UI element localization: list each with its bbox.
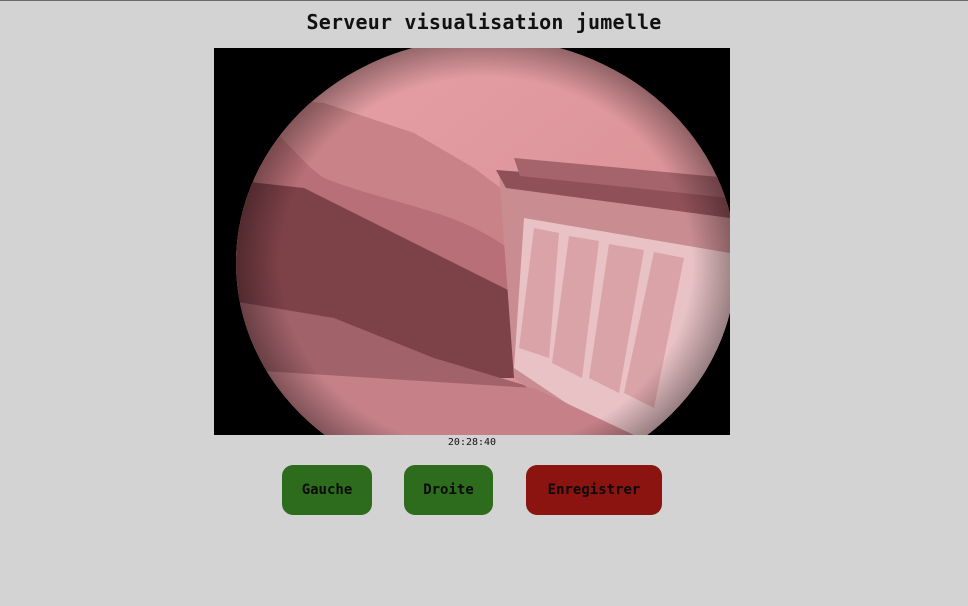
- camera-feed: [214, 48, 730, 435]
- page-title: Serveur visualisation jumelle: [306, 10, 662, 34]
- left-button[interactable]: Gauche: [282, 465, 372, 515]
- right-button[interactable]: Droite: [404, 465, 493, 515]
- record-button[interactable]: Enregistrer: [526, 465, 662, 515]
- control-bar: Gauche Droite Enregistrer: [0, 465, 968, 515]
- frame-timestamp: 20:28:40: [447, 437, 497, 448]
